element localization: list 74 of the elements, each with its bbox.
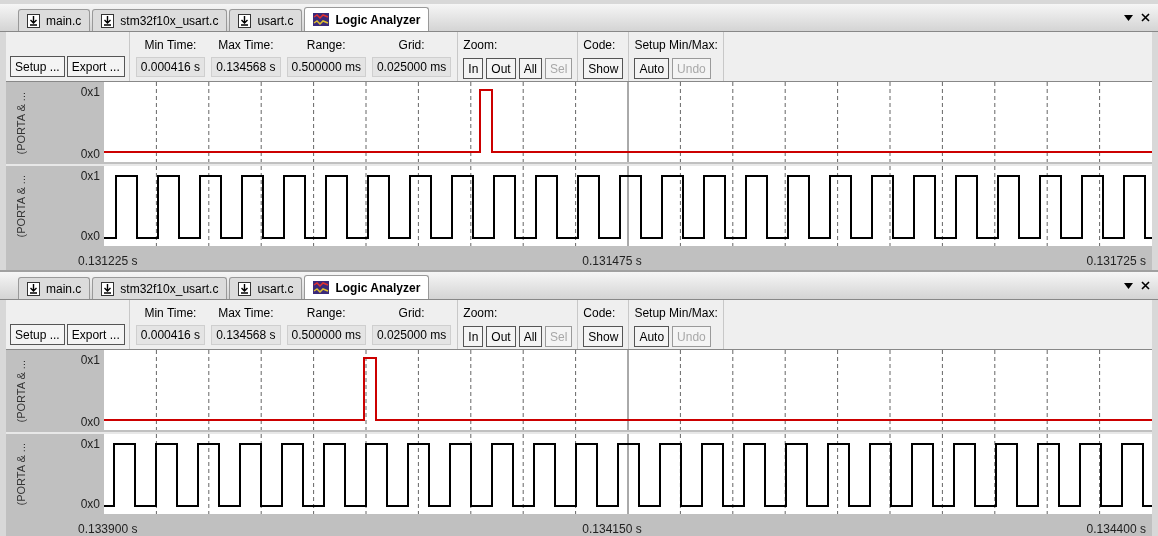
- toolbar-button[interactable]: Out: [486, 326, 516, 347]
- field-label: Grid:: [398, 37, 425, 54]
- field-label: Min Time:: [144, 37, 197, 54]
- signal-name: (PORTA & ...: [13, 359, 28, 423]
- tab[interactable]: main.c: [18, 9, 91, 31]
- document-arrow-icon: [238, 13, 252, 28]
- tab[interactable]: usart.c: [229, 9, 303, 31]
- toolbar-button[interactable]: Setup ...: [10, 56, 65, 77]
- field-label: Max Time:: [218, 37, 274, 54]
- toolbar-button[interactable]: In: [463, 326, 484, 347]
- toolbar-button[interactable]: Export ...: [66, 324, 125, 345]
- group-label: Code:: [583, 37, 617, 54]
- field-label: Max Time:: [218, 305, 274, 322]
- tab[interactable]: main.c: [18, 277, 91, 299]
- time-axis-label: 0.134150 s: [582, 521, 642, 536]
- dropdown-caret-icon[interactable]: [1124, 14, 1133, 21]
- time-axis-label: 0.131475 s: [582, 253, 642, 270]
- readout-field: 0.025000 ms: [371, 325, 452, 345]
- low-value-label: 0x0: [80, 228, 100, 245]
- readout-field: 0.134568 s: [211, 325, 281, 345]
- field-label: Min Time:: [144, 305, 197, 322]
- field-label: Range:: [306, 305, 346, 322]
- high-value-label: 0x1: [80, 352, 100, 369]
- field-label: Range:: [306, 37, 346, 54]
- toolbar-button[interactable]: All: [518, 326, 542, 347]
- document-arrow-icon: [27, 13, 40, 28]
- document-arrow-icon: [238, 281, 252, 296]
- low-value-label: 0x0: [80, 414, 100, 431]
- toolbar-button[interactable]: All: [518, 58, 542, 79]
- signal-name: (PORTA & ...: [13, 442, 28, 506]
- group-label: Zoom:: [463, 37, 499, 54]
- toolbar-button[interactable]: Out: [486, 58, 516, 79]
- tab[interactable]: Logic Analyzer: [304, 275, 430, 299]
- toolbar-button[interactable]: Auto: [634, 326, 670, 347]
- readout-field: 0.134568 s: [211, 57, 281, 77]
- signal-name: (PORTA & ...: [13, 91, 28, 155]
- high-value-label: 0x1: [80, 84, 100, 101]
- tab[interactable]: Logic Analyzer: [304, 7, 430, 31]
- high-value-label: 0x1: [80, 436, 100, 453]
- waveform-icon: [313, 281, 330, 294]
- low-value-label: 0x0: [80, 146, 100, 163]
- toolbar-button[interactable]: Export ...: [66, 56, 125, 77]
- group-label: Setup Min/Max:: [634, 305, 718, 322]
- close-icon[interactable]: [1141, 13, 1150, 22]
- readout-field: 0.000416 s: [135, 57, 206, 77]
- toolbar-button[interactable]: Setup ...: [10, 324, 65, 345]
- group-label: Code:: [583, 305, 617, 322]
- signal-name: (PORTA & ...: [13, 174, 28, 238]
- time-axis-label: 0.131725 s: [1086, 253, 1146, 270]
- dropdown-caret-icon[interactable]: [1124, 282, 1133, 289]
- tab[interactable]: usart.c: [229, 277, 303, 299]
- high-value-label: 0x1: [80, 168, 100, 185]
- tab[interactable]: stm32f10x_usart.c: [92, 277, 228, 299]
- time-axis-label: 0.134400 s: [1086, 521, 1146, 536]
- readout-field: 0.500000 ms: [286, 57, 366, 77]
- toolbar-button[interactable]: Show: [583, 326, 624, 347]
- toolbar-button[interactable]: Show: [583, 58, 624, 79]
- tab[interactable]: stm32f10x_usart.c: [92, 9, 228, 31]
- document-arrow-icon: [27, 281, 40, 296]
- low-value-label: 0x0: [80, 496, 100, 513]
- toolbar-button[interactable]: In: [463, 58, 484, 79]
- readout-field: 0.025000 ms: [371, 57, 452, 77]
- readout-field: 0.000416 s: [135, 325, 206, 345]
- document-arrow-icon: [101, 281, 115, 296]
- document-arrow-icon: [101, 13, 115, 28]
- close-icon[interactable]: [1141, 281, 1150, 290]
- time-axis-label: 0.131225 s: [78, 253, 138, 270]
- toolbar-button[interactable]: Auto: [634, 58, 670, 79]
- waveform-icon: [313, 13, 330, 26]
- group-label: Setup Min/Max:: [634, 37, 718, 54]
- group-label: Zoom:: [463, 305, 499, 322]
- time-axis-label: 0.133900 s: [78, 521, 138, 536]
- readout-field: 0.500000 ms: [286, 325, 366, 345]
- field-label: Grid:: [398, 305, 425, 322]
